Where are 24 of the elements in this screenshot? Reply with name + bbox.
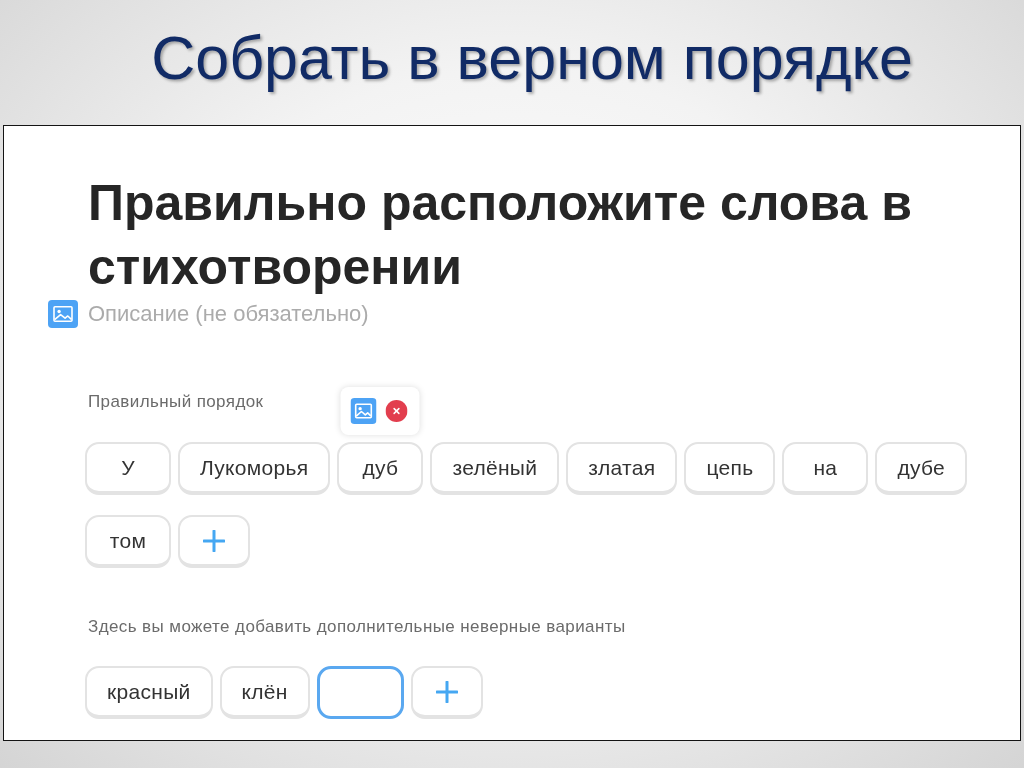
word-chip[interactable]: У xyxy=(85,442,171,495)
close-icon[interactable] xyxy=(385,400,408,422)
word-chip[interactable]: златая xyxy=(566,442,678,495)
slide-title: Собрать в верном порядке xyxy=(151,22,913,94)
image-icon[interactable] xyxy=(48,300,78,328)
word-chip[interactable]: цепь xyxy=(684,442,776,495)
word-chip[interactable]: зелёный xyxy=(430,442,560,495)
section-label: Здесь вы можете добавить дополнительные неверные варианты xyxy=(88,617,626,637)
image-icon[interactable] xyxy=(350,398,377,424)
word-chip[interactable]: том xyxy=(85,515,171,568)
word-chip[interactable]: красный xyxy=(85,666,213,719)
description-field[interactable]: Описание (не обязательно) xyxy=(88,300,508,328)
word-chip[interactable]: дубе xyxy=(875,442,968,495)
word-chip[interactable]: клён xyxy=(219,666,310,719)
word-chip[interactable]: Лукоморья xyxy=(178,442,331,495)
plus-icon xyxy=(435,680,458,703)
section-label: Правильный порядок xyxy=(88,392,264,412)
add-button[interactable] xyxy=(178,515,250,568)
word-input[interactable] xyxy=(316,666,404,719)
word-chip[interactable]: на xyxy=(782,442,869,495)
word-chip[interactable]: дуб xyxy=(337,442,424,495)
question-title: Правильно расположите слова в стихотворении xyxy=(88,174,913,297)
plus-icon xyxy=(203,529,225,552)
add-button[interactable] xyxy=(410,666,483,719)
